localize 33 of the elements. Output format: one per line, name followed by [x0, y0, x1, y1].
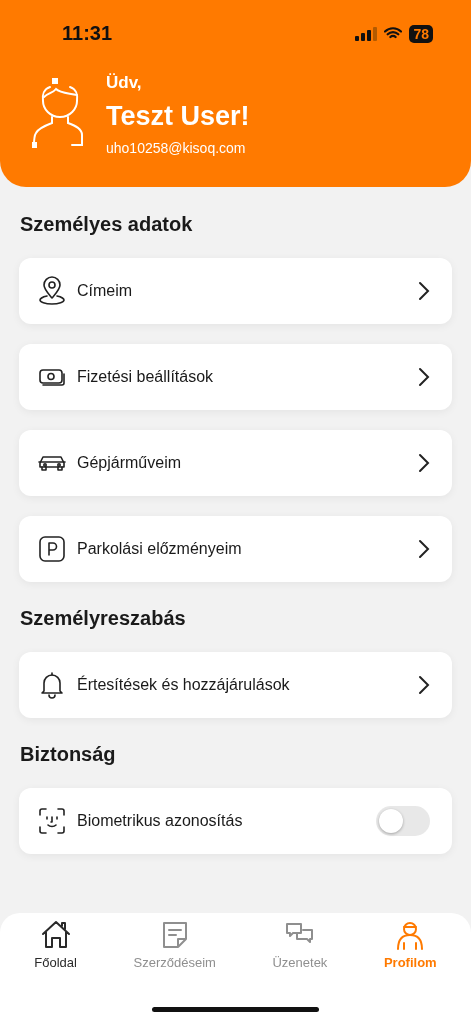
chevron-right-icon — [418, 453, 430, 473]
parking-sign-icon — [37, 534, 67, 564]
user-email: uho10258@kisoq.com — [106, 140, 247, 156]
location-pin-icon — [37, 276, 67, 306]
section-title: Biztonság — [20, 743, 117, 766]
item-label: Gépjárműveim — [77, 454, 183, 472]
status-time: 11:31 — [62, 22, 113, 45]
section-title: Személyreszabás — [20, 607, 187, 630]
settings-item[interactable]: Címeim — [19, 258, 452, 324]
settings-item[interactable]: Fizetési beállítások — [19, 344, 452, 410]
item-label: Fizetési beállítások — [77, 368, 215, 386]
wifi-icon — [384, 27, 403, 40]
settings-item[interactable]: Gépjárműveim — [19, 430, 452, 496]
home-icon — [39, 919, 72, 951]
chevron-right-icon — [418, 539, 430, 559]
face-scan-icon — [37, 806, 67, 836]
item-label: Címeim — [77, 282, 134, 300]
battery-indicator: 78 — [409, 24, 433, 43]
toggle-switch[interactable] — [376, 806, 430, 836]
chevron-right-icon — [418, 281, 430, 301]
tab[interactable]: Főoldal — [34, 919, 77, 970]
item-label: Értesítések és hozzájárulások — [77, 676, 291, 694]
item-label: Parkolási előzményeim — [77, 540, 243, 558]
chevron-right-icon — [418, 367, 430, 387]
greeting-text: Üdv, — [106, 73, 143, 93]
section-title: Személyes adatok — [20, 213, 194, 236]
settings-item[interactable]: Parkolási előzményeim — [19, 516, 452, 582]
settings-item[interactable]: Biometrikus azonosítás — [19, 788, 452, 854]
chevron-right-icon — [418, 675, 430, 695]
signal-icon — [355, 26, 378, 41]
settings-item[interactable]: Értesítések és hozzájárulások — [19, 652, 452, 718]
item-label: Biometrikus azonosítás — [77, 812, 244, 830]
user-name: Teszt User! — [106, 101, 250, 132]
